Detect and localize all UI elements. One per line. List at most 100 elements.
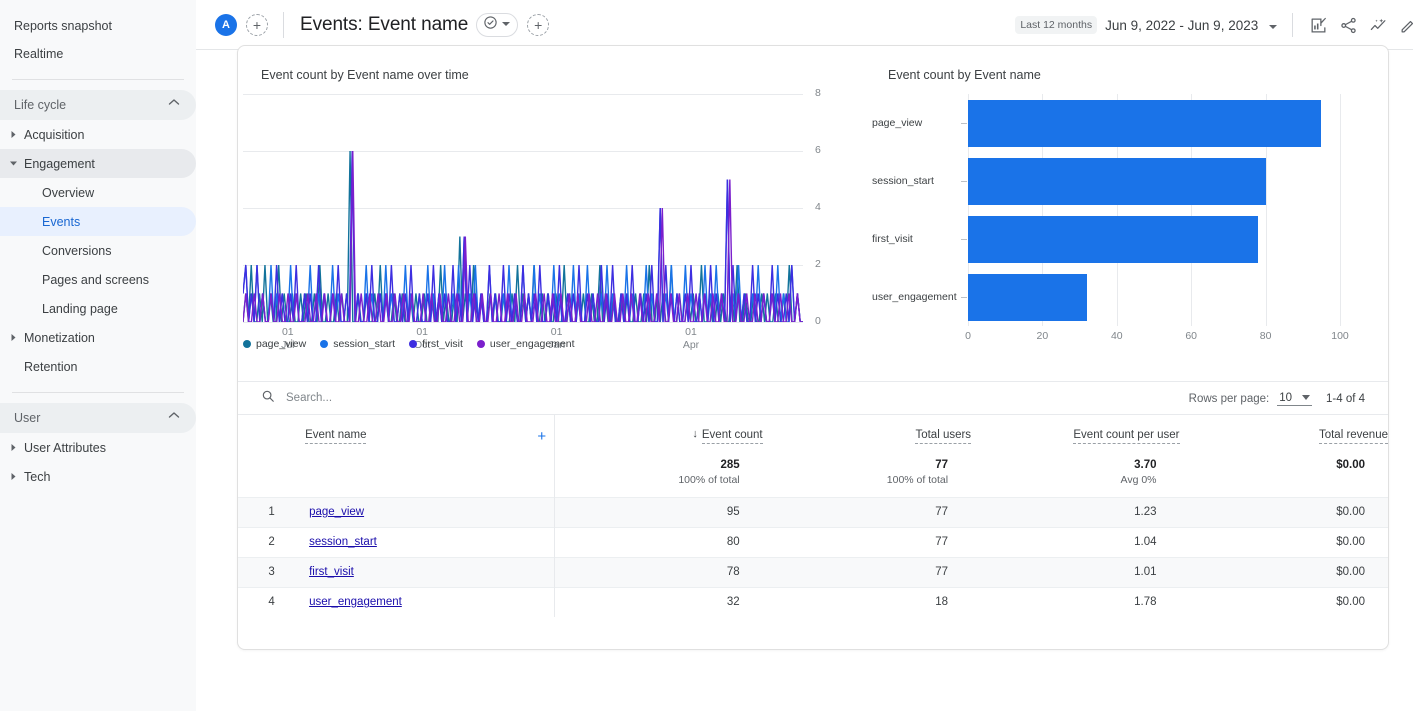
y-axis-tick-label: 4 bbox=[815, 201, 821, 213]
caret-right-icon[interactable] bbox=[6, 443, 20, 452]
legend-color-dot bbox=[476, 340, 485, 348]
legend-color-dot bbox=[243, 340, 251, 348]
bar-axis-tick bbox=[961, 123, 967, 124]
row-event-name: first_visit bbox=[305, 556, 530, 587]
sidebar-sections: Life cycle Acquisition Engagement Overview E… bbox=[0, 90, 196, 491]
sidebar-item-monetization[interactable]: Monetization bbox=[0, 323, 196, 352]
add-dimension-button[interactable]: + bbox=[530, 415, 554, 457]
caret-right-icon[interactable] bbox=[6, 472, 20, 481]
sidebar-item-conversions[interactable]: Conversions bbox=[0, 236, 196, 265]
totals-total-users: 77 100% of total bbox=[763, 457, 971, 497]
table-row[interactable]: 2 session_start 80 77 1.04 $0.00 bbox=[238, 526, 1388, 557]
bar-x-tick-label: 20 bbox=[1036, 330, 1049, 342]
sidebar-item-acquisition[interactable]: Acquisition bbox=[0, 120, 196, 149]
date-range-selector[interactable]: Jun 9, 2022 - Jun 9, 2023 bbox=[1105, 18, 1278, 33]
table-row[interactable]: 3 first_visit 78 77 1.01 $0.00 bbox=[238, 556, 1388, 587]
row-index: 4 bbox=[238, 586, 306, 617]
add-segment-button[interactable]: + bbox=[527, 13, 550, 36]
bar-row[interactable]: page_view bbox=[872, 94, 1340, 152]
header-event-count-label[interactable]: Event count bbox=[701, 429, 763, 444]
totals-event-count: 285 100% of total bbox=[553, 457, 763, 497]
legend-item-session_start[interactable]: session_start bbox=[320, 338, 395, 350]
sidebar-item-events[interactable]: Events bbox=[0, 207, 196, 236]
sidebar-item-overview[interactable]: Overview bbox=[0, 178, 196, 207]
bar-row[interactable]: user_engagement bbox=[872, 268, 1340, 326]
table-head: Event name + ↓ Event count Total users E… bbox=[238, 415, 1388, 497]
add-comparison-button[interactable]: + bbox=[246, 13, 268, 36]
report-status-chip[interactable] bbox=[476, 12, 519, 37]
sidebar-item-tech[interactable]: Tech bbox=[0, 462, 196, 491]
header-total-revenue[interactable]: Total revenue bbox=[1180, 415, 1388, 457]
account-avatar[interactable]: A bbox=[215, 13, 237, 36]
sidebar-item-label: Acquisition bbox=[24, 127, 85, 142]
row-total-users: 77 bbox=[762, 556, 972, 587]
caret-right-icon[interactable] bbox=[6, 333, 20, 342]
sidebar-item-engagement[interactable]: Engagement bbox=[0, 149, 196, 178]
totals-spacer bbox=[530, 457, 554, 497]
row-total-revenue: $0.00 bbox=[1179, 586, 1388, 617]
sidebar-section-label: User bbox=[14, 411, 41, 425]
timeseries-legend: page_view session_start first_visit user_en… bbox=[243, 338, 575, 350]
header-event-count-per-user-label[interactable]: Event count per user bbox=[1073, 429, 1180, 444]
row-event-count: 78 bbox=[553, 556, 763, 587]
sidebar-item-retention[interactable]: Retention bbox=[0, 352, 196, 381]
sidebar-item-landing-page[interactable]: Landing page bbox=[0, 294, 196, 323]
header-event-count[interactable]: ↓ Event count bbox=[553, 415, 763, 457]
bar-x-tick-label: 40 bbox=[1110, 330, 1123, 342]
table-header-row: Event name + ↓ Event count Total users E… bbox=[238, 415, 1388, 457]
search-input[interactable] bbox=[286, 392, 546, 404]
row-index: 2 bbox=[238, 526, 306, 557]
legend-item-page_view[interactable]: page_view bbox=[243, 338, 306, 350]
sidebar-item-reports-snapshot[interactable]: Reports snapshot bbox=[0, 12, 196, 40]
bar-row[interactable]: first_visit bbox=[872, 210, 1340, 268]
legend-label: user_engagement bbox=[489, 338, 575, 350]
header-event-name-label[interactable]: Event name bbox=[305, 429, 367, 444]
caret-right-icon[interactable] bbox=[6, 130, 20, 139]
share-icon[interactable] bbox=[1335, 12, 1361, 38]
bar-x-tick-label: 60 bbox=[1185, 330, 1198, 342]
totals-total-revenue: $0.00 bbox=[1180, 457, 1389, 497]
sidebar-section-user[interactable]: User bbox=[0, 403, 196, 433]
table-row[interactable]: 1 page_view 95 77 1.23 $0.00 bbox=[238, 496, 1388, 527]
header-total-users-label[interactable]: Total users bbox=[915, 429, 972, 444]
legend-item-user_engagement[interactable]: user_engagement bbox=[476, 338, 575, 350]
sidebar-item-label: Monetization bbox=[24, 330, 95, 345]
legend-label: session_start bbox=[333, 338, 396, 350]
event-name-link[interactable]: user_engagement bbox=[309, 596, 402, 608]
header-event-name[interactable]: Event name bbox=[305, 415, 530, 457]
event-name-link[interactable]: session_start bbox=[309, 536, 377, 548]
sort-descending-icon: ↓ bbox=[692, 428, 698, 440]
row-total-users: 77 bbox=[762, 526, 972, 557]
sidebar-item-realtime[interactable]: Realtime bbox=[0, 40, 196, 68]
customize-report-icon[interactable] bbox=[1305, 12, 1331, 38]
timeseries-series-canvas bbox=[243, 150, 803, 322]
sidebar-section-life-cycle[interactable]: Life cycle bbox=[0, 90, 196, 120]
table-totals-row: 285 100% of total 77 100% of total 3.70 … bbox=[238, 457, 1388, 497]
sidebar-item-user-attributes[interactable]: User Attributes bbox=[0, 433, 196, 462]
page-title: Events: Event name bbox=[300, 13, 469, 35]
event-name-link[interactable]: first_visit bbox=[309, 566, 354, 578]
legend-item-first_visit[interactable]: first_visit bbox=[409, 338, 463, 350]
rows-per-page-select[interactable]: 10 bbox=[1277, 392, 1312, 406]
insights-icon[interactable] bbox=[1365, 12, 1391, 38]
sidebar-item-pages-and-screens[interactable]: Pages and screens bbox=[0, 265, 196, 294]
header-total-revenue-label[interactable]: Total revenue bbox=[1318, 429, 1388, 444]
edit-icon[interactable] bbox=[1395, 12, 1413, 38]
sidebar-item-label: Engagement bbox=[24, 156, 95, 171]
header-total-users[interactable]: Total users bbox=[763, 415, 972, 457]
bar-category-label: first_visit bbox=[872, 233, 913, 245]
caret-down-icon[interactable] bbox=[6, 160, 20, 167]
sidebar-item-label: Tech bbox=[24, 469, 51, 484]
header-event-count-per-user[interactable]: Event count per user bbox=[971, 415, 1180, 457]
event-name-link[interactable]: page_view bbox=[309, 506, 364, 518]
search-icon bbox=[261, 389, 275, 408]
bar-row[interactable]: session_start bbox=[872, 152, 1340, 210]
sidebar-section-label: Life cycle bbox=[14, 98, 67, 112]
totals-index bbox=[238, 457, 305, 497]
sidebar-item-label: Reports snapshot bbox=[14, 19, 112, 33]
totals-event-count-sub: 100% of total bbox=[678, 474, 740, 486]
bar-category-label: user_engagement bbox=[872, 291, 957, 303]
chevron-up-icon bbox=[168, 98, 182, 112]
table-row[interactable]: 4 user_engagement 32 18 1.78 $0.00 bbox=[238, 586, 1388, 617]
report-card: Event count by Event name over time 0 2 4 6… bbox=[237, 45, 1389, 650]
